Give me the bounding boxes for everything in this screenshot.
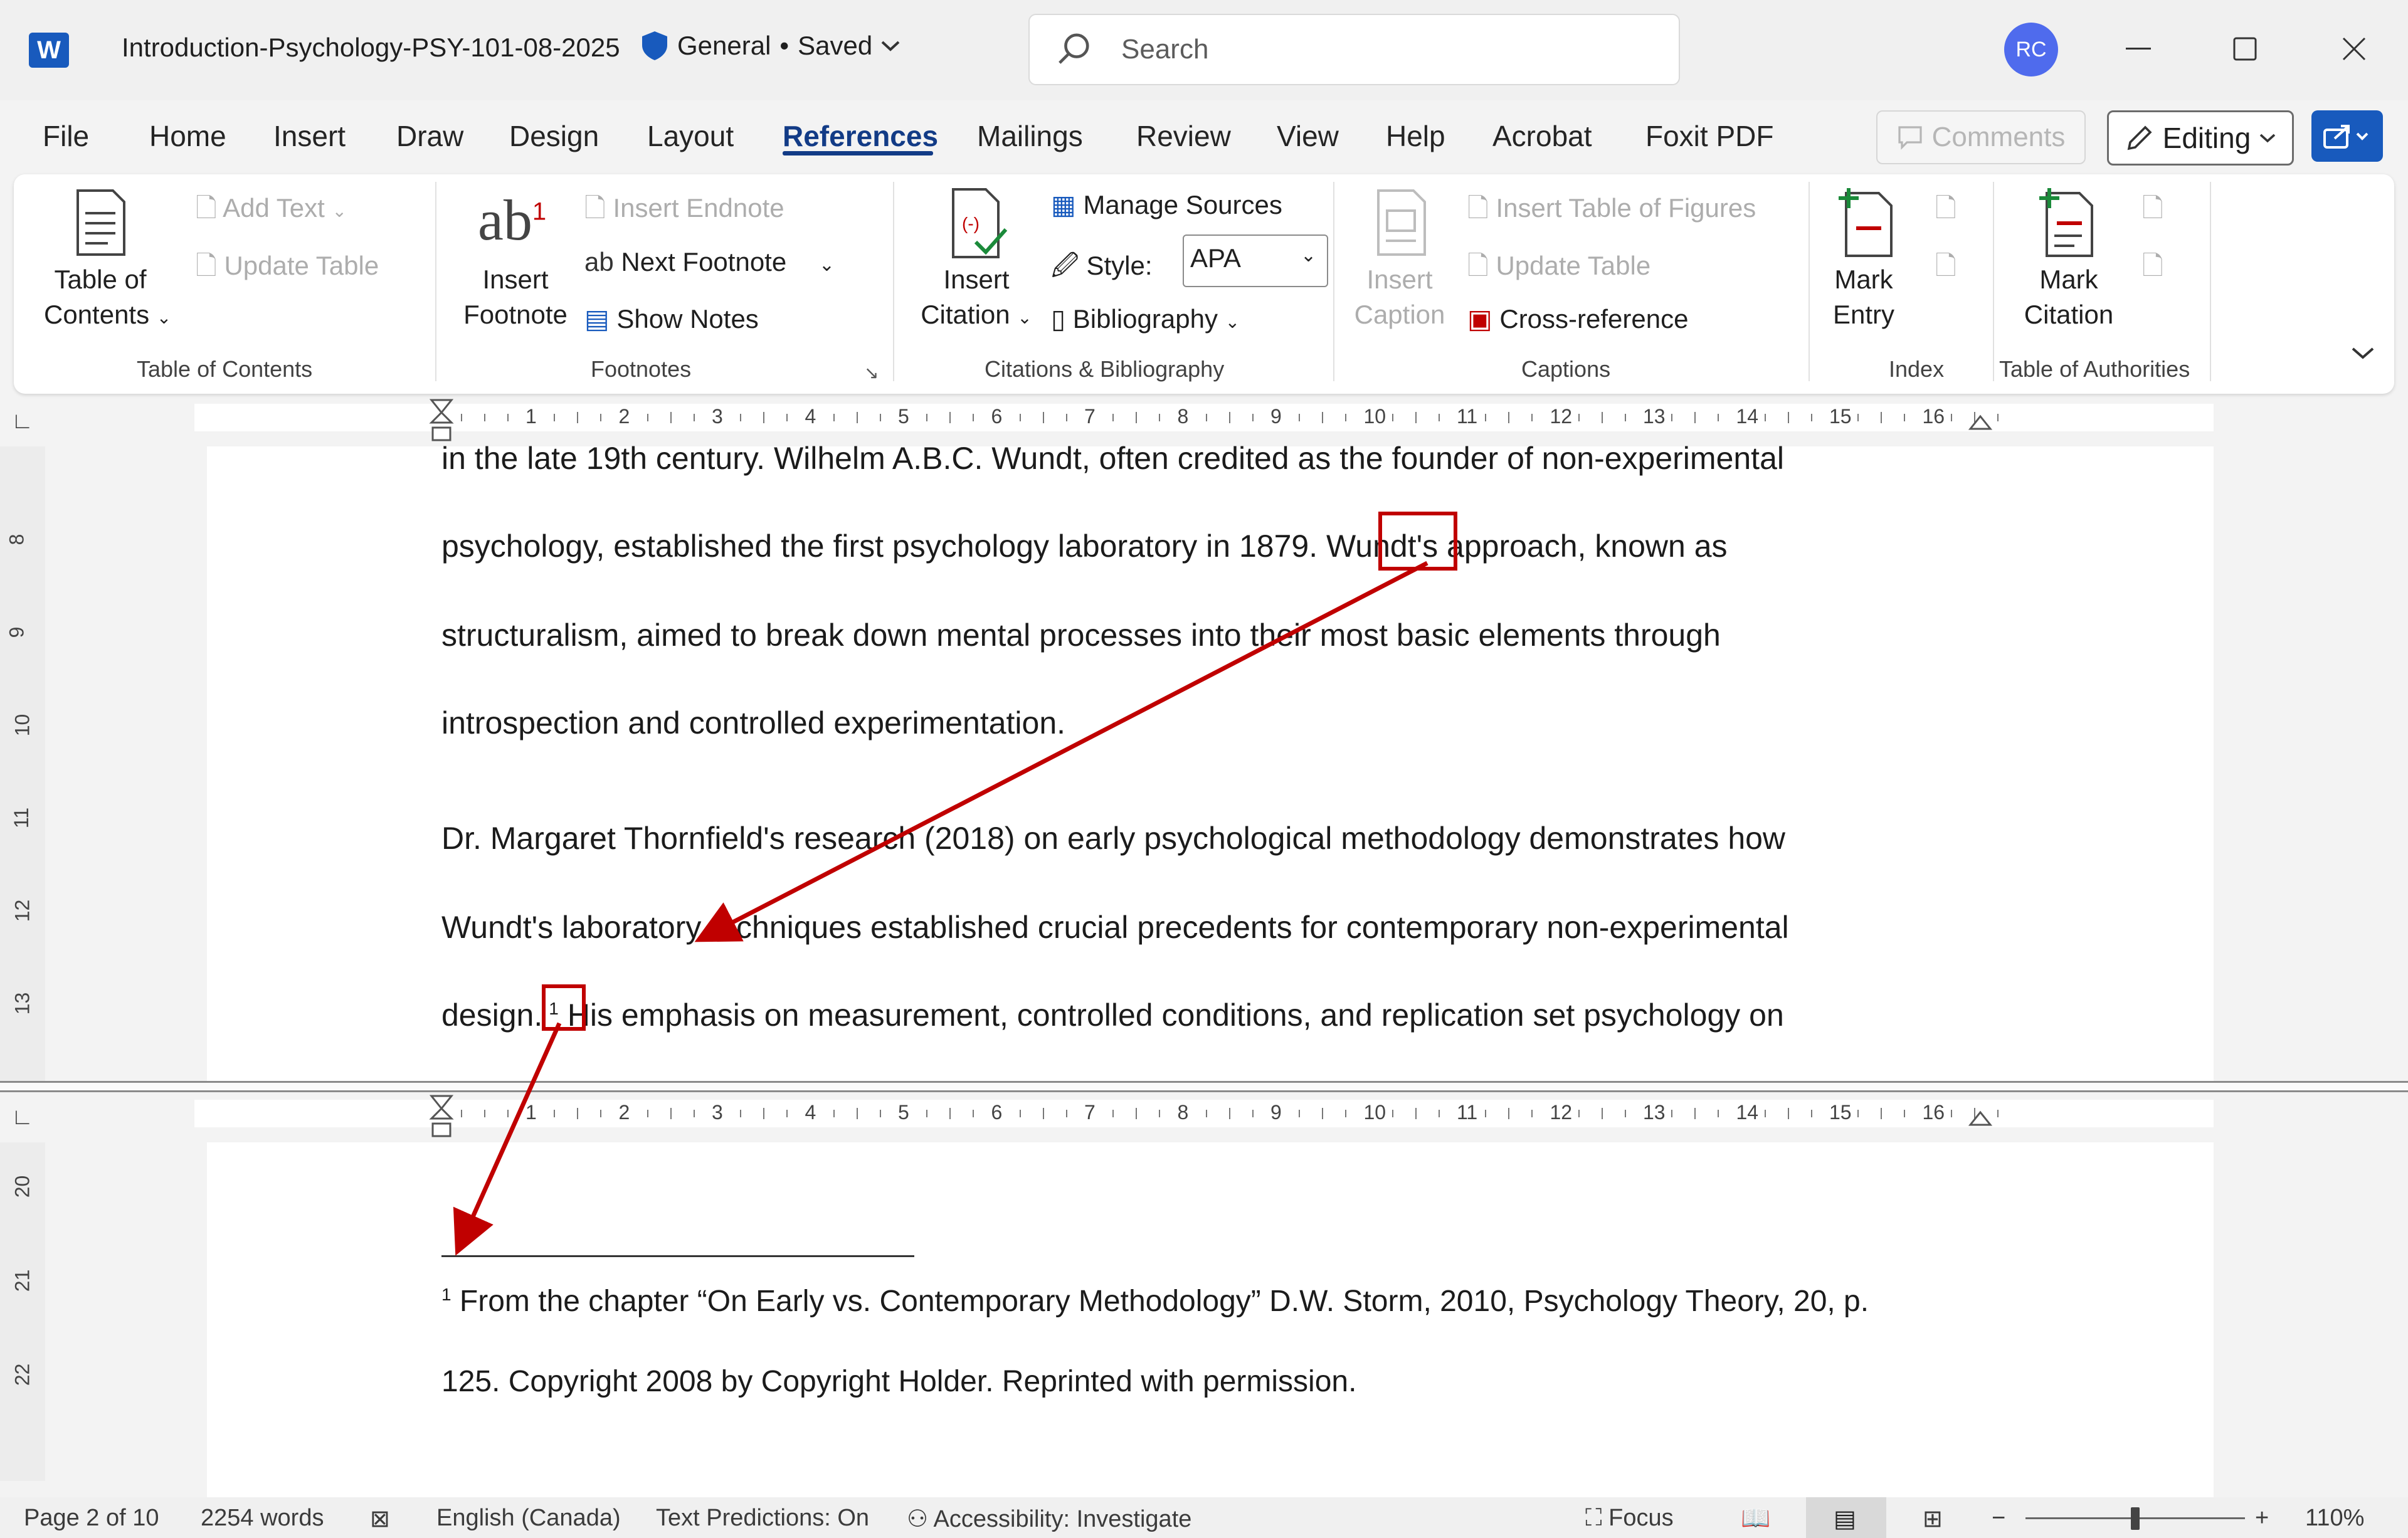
web-layout-icon[interactable]: ⊞ xyxy=(1923,1505,1943,1533)
read-mode-icon[interactable]: 📖 xyxy=(1741,1505,1770,1532)
text-predictions[interactable]: Text Predictions: On xyxy=(656,1505,869,1532)
status-bar: Page 2 of 10 2254 words ⊠ English (Canad… xyxy=(0,1497,2408,1538)
accessibility-icon: ⚇ xyxy=(907,1506,929,1532)
page-count[interactable]: Page 2 of 10 xyxy=(24,1505,159,1532)
focus-icon: ⛶ xyxy=(1585,1505,1602,1531)
proofing-icon[interactable]: ⊠ xyxy=(370,1505,390,1533)
annotation-arrow xyxy=(694,561,1428,942)
zoom-level[interactable]: 110% xyxy=(2305,1505,2364,1532)
accessibility-status[interactable]: ⚇ Accessibility: Investigate xyxy=(907,1505,1191,1533)
print-layout-button[interactable]: ▤ xyxy=(1806,1497,1886,1538)
zoom-slider-thumb[interactable] xyxy=(2131,1507,2140,1530)
annotation-arrows xyxy=(453,561,1428,1256)
zoom-out-icon[interactable]: − xyxy=(1992,1505,2005,1532)
word-count[interactable]: 2254 words xyxy=(201,1505,324,1532)
zoom-in-icon[interactable]: + xyxy=(2255,1505,2269,1532)
focus-button[interactable]: ⛶ Focus xyxy=(1585,1505,1674,1532)
language[interactable]: English (Canada) xyxy=(436,1505,621,1532)
print-layout-icon: ▤ xyxy=(1834,1506,1856,1532)
annotation-arrow xyxy=(453,1022,562,1256)
